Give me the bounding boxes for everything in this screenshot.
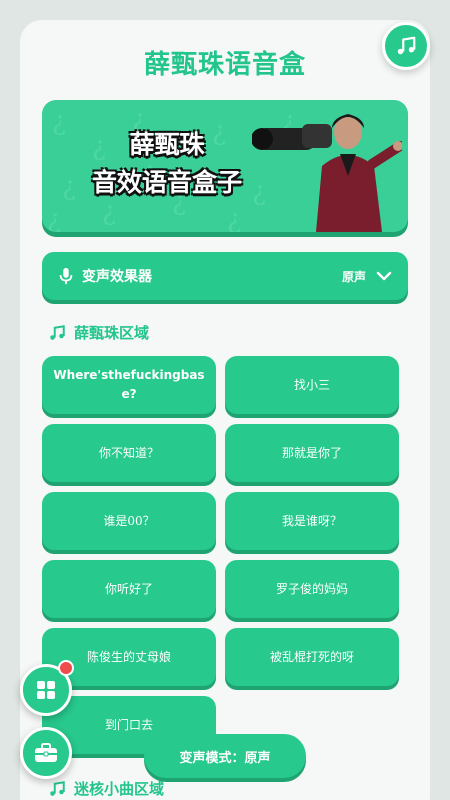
svg-text:¿: ¿ (52, 107, 66, 137)
sound-button[interactable]: 罗子俊的妈妈 (225, 560, 399, 618)
sound-button[interactable]: 那就是你了 (225, 424, 399, 482)
voice-effect-label: 变声效果器 (82, 269, 152, 285)
sound-button[interactable]: Where'sthefuckingbase? (42, 356, 216, 414)
sound-button[interactable]: 谁是00？ (42, 492, 216, 550)
section-xue-header: 薛甄珠区域 (48, 322, 149, 343)
svg-text:¿: ¿ (47, 205, 61, 232)
music-note-icon (50, 324, 65, 340)
music-note-icon (50, 780, 65, 796)
sound-button[interactable]: 你听好了 (42, 560, 216, 618)
toolbox-button[interactable] (20, 727, 72, 779)
section-mini-header: 迷核小曲区域 (48, 778, 164, 799)
banner-line1: 薛甄珠 (129, 130, 205, 159)
section-mini-title: 迷核小曲区域 (74, 780, 165, 798)
voice-effect-selected: 原声 (341, 269, 366, 284)
notification-badge (58, 660, 74, 676)
music-toggle-button[interactable] (382, 22, 430, 70)
voice-effect-dropdown[interactable]: 变声效果器 原声 (42, 252, 408, 300)
voice-mode-pill[interactable]: 变声模式：原声 (144, 734, 306, 778)
banner-line2: 音效语音盒子 (91, 168, 242, 197)
sound-button[interactable]: 找小三 (225, 356, 399, 414)
sound-button[interactable]: 被乱棍打死的呀 (225, 628, 399, 686)
sound-button[interactable]: 我是谁呀？ (225, 492, 399, 550)
banner-text: 薛甄珠 音效语音盒子 (72, 126, 262, 202)
music-note-icon (397, 36, 416, 55)
banner-character-image (252, 114, 402, 232)
microphone-icon (59, 267, 73, 285)
banner: ¿ ¿ ¿ ¿ ¿ ¿ ¿ ¿ ¿ ¿ ¿ ¿ 薛甄珠 音效语音盒子 (42, 100, 408, 232)
grid-icon (37, 681, 55, 699)
section-xue-title: 薛甄珠区域 (74, 324, 150, 342)
sound-button[interactable]: 你不知道？ (42, 424, 216, 482)
chevron-down-icon (376, 271, 392, 281)
toolbox-icon (35, 743, 57, 762)
svg-text:¿: ¿ (227, 205, 241, 232)
